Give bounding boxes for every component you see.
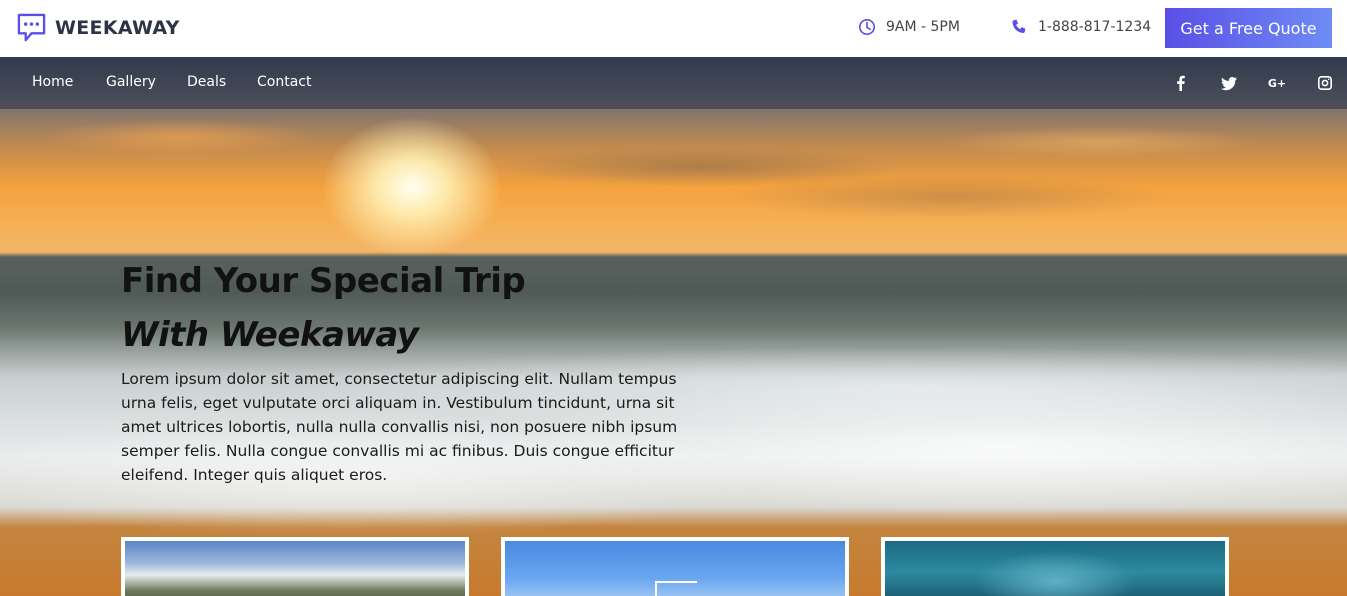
hero-title-line2: With Weekaway xyxy=(121,315,419,356)
chat-bubble-icon xyxy=(17,13,46,42)
nav-item-contact[interactable]: Contact xyxy=(257,74,311,90)
boat-sky-photo xyxy=(505,541,845,596)
top-header: WEEKAWAY 9AM - 5PM 1-888-817-1234 Get a … xyxy=(0,0,1347,57)
google-plus-icon[interactable]: G+ xyxy=(1267,73,1287,93)
hero-description: Lorem ipsum dolor sit amet, consectetur … xyxy=(121,370,678,484)
hero-title: Find Your Special Trip With Weekaway xyxy=(121,254,526,363)
clock-icon xyxy=(858,18,876,36)
phone-icon xyxy=(1012,19,1026,34)
nav-item-gallery[interactable]: Gallery xyxy=(106,74,156,90)
brand-name: WEEKAWAY xyxy=(55,16,180,39)
nav-item-deals[interactable]: Deals xyxy=(187,74,226,90)
hero-title-line1: Find Your Special Trip xyxy=(121,261,526,301)
snorkeling-photo xyxy=(885,541,1225,596)
phone-text: 1-888-817-1234 xyxy=(1038,19,1152,35)
get-quote-button[interactable]: Get a Free Quote xyxy=(1165,8,1332,48)
nav-item-home[interactable]: Home xyxy=(32,74,73,90)
brand-logo[interactable]: WEEKAWAY xyxy=(16,12,180,43)
main-navbar: Home Gallery Deals Contact G+ xyxy=(0,57,1347,109)
instagram-icon[interactable] xyxy=(1315,73,1335,93)
facebook-icon[interactable] xyxy=(1171,73,1191,93)
hours-text: 9AM - 5PM xyxy=(886,19,960,35)
phone-number[interactable]: 1-888-817-1234 xyxy=(1010,18,1151,36)
hero-clouds xyxy=(0,97,1347,217)
twitter-icon[interactable] xyxy=(1219,73,1239,93)
coast-landscape-photo xyxy=(125,541,465,596)
trip-card-coast[interactable] xyxy=(121,537,469,596)
trip-card-boat[interactable] xyxy=(501,537,849,596)
business-hours: 9AM - 5PM xyxy=(858,18,960,36)
trip-card-snorkel[interactable] xyxy=(881,537,1229,596)
